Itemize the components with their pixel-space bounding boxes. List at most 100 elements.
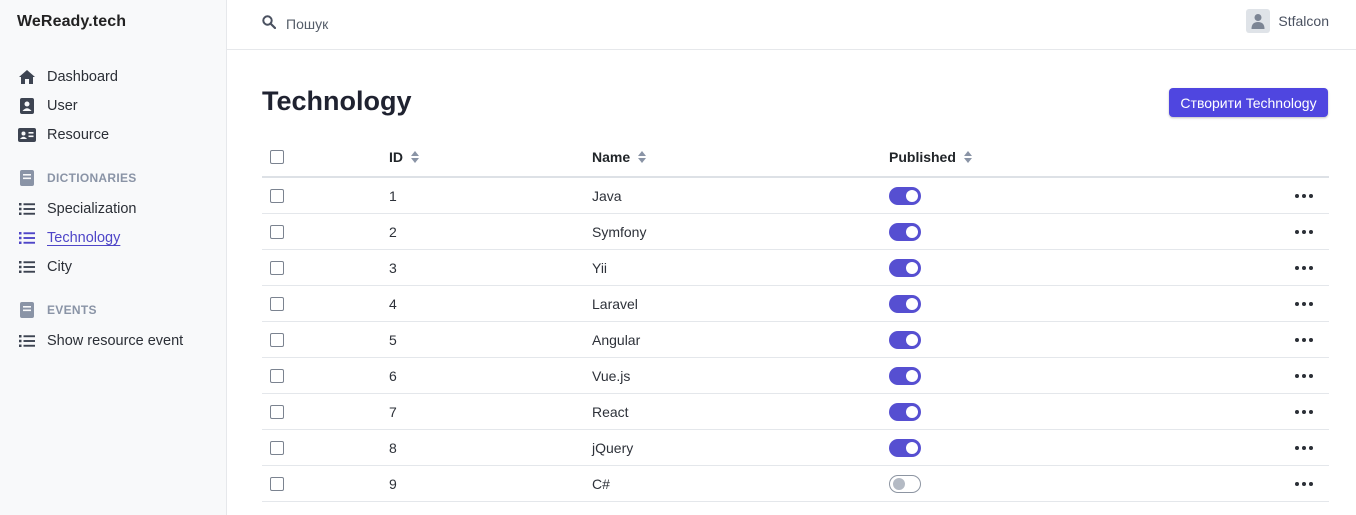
row-name: Java <box>592 187 622 204</box>
sort-icon[interactable] <box>638 151 647 163</box>
row-checkbox[interactable] <box>270 188 284 203</box>
ellipsis-icon[interactable] <box>1295 193 1313 198</box>
row-checkbox[interactable] <box>270 332 284 347</box>
row-checkbox[interactable] <box>270 440 284 455</box>
ellipsis-icon[interactable] <box>1295 481 1313 486</box>
column-header-label: ID <box>389 149 403 165</box>
table-row[interactable]: 9 C# <box>262 466 1329 502</box>
row-published-cell <box>889 286 921 321</box>
table-row[interactable]: 6 Vue.js <box>262 358 1329 394</box>
row-name: Symfony <box>592 223 647 240</box>
list-icon <box>17 200 37 218</box>
table-row[interactable]: 7 React <box>262 394 1329 430</box>
row-id: 9 <box>389 475 397 492</box>
search-icon <box>262 14 277 34</box>
row-checkbox[interactable] <box>270 260 284 275</box>
row-published-cell <box>889 430 921 465</box>
column-header-label: Published <box>889 149 956 165</box>
published-toggle[interactable] <box>889 402 921 421</box>
row-id: 4 <box>389 295 397 312</box>
sidebar-item-show-resource-event[interactable]: Show resource event <box>17 330 183 352</box>
published-toggle[interactable] <box>889 294 921 313</box>
table-row[interactable]: 4 Laravel <box>262 286 1329 322</box>
section-dictionaries: DICTIONARIES <box>17 168 137 188</box>
select-all-checkbox[interactable] <box>270 150 284 164</box>
sidebar-item-technology[interactable]: Technology <box>17 227 120 249</box>
published-toggle[interactable] <box>889 222 921 241</box>
published-toggle[interactable] <box>889 258 921 277</box>
table-row[interactable]: 1 Java <box>262 178 1329 214</box>
row-id: 2 <box>389 223 397 240</box>
published-toggle[interactable] <box>889 366 921 385</box>
table-header: ID Name Published <box>262 138 1329 178</box>
row-id: 6 <box>389 367 397 384</box>
table-row[interactable]: 8 jQuery <box>262 430 1329 466</box>
sidebar-item-city[interactable]: City <box>17 256 72 278</box>
sort-icon[interactable] <box>963 151 972 163</box>
row-name: C# <box>592 475 610 492</box>
row-id: 1 <box>389 187 397 204</box>
row-actions-cell <box>1295 394 1313 429</box>
row-checkbox-cell <box>270 466 284 501</box>
row-checkbox-cell <box>270 178 284 213</box>
published-toggle[interactable] <box>889 186 921 205</box>
sidebar-item-label: Dashboard <box>47 69 118 85</box>
table-row[interactable]: 3 Yii <box>262 250 1329 286</box>
section-label: EVENTS <box>47 303 97 317</box>
row-actions-cell <box>1295 322 1313 357</box>
row-id: 7 <box>389 403 397 420</box>
ellipsis-icon[interactable] <box>1295 373 1313 378</box>
row-name: Vue.js <box>592 367 631 384</box>
column-header-name[interactable]: Name <box>592 138 647 176</box>
table-row[interactable]: 2 Symfony <box>262 214 1329 250</box>
user-name: Stfalcon <box>1278 13 1329 29</box>
ellipsis-icon[interactable] <box>1295 265 1313 270</box>
sidebar-item-resource[interactable]: Resource <box>17 124 109 146</box>
ellipsis-icon[interactable] <box>1295 409 1313 414</box>
header-checkbox-cell <box>270 138 284 176</box>
table-row[interactable]: 5 Angular <box>262 322 1329 358</box>
row-checkbox-cell <box>270 250 284 285</box>
technology-table: ID Name Published 1 Java 2 Symfony 3 Yii… <box>262 138 1329 502</box>
brand-logo[interactable]: WeReady.tech <box>17 13 126 31</box>
published-toggle[interactable] <box>889 474 921 493</box>
row-checkbox-cell <box>270 286 284 321</box>
search-input[interactable] <box>286 16 586 32</box>
user-menu[interactable]: Stfalcon <box>1246 9 1329 33</box>
sidebar-item-user[interactable]: User <box>17 95 78 117</box>
book-icon <box>17 169 37 187</box>
create-technology-button[interactable]: Створити Technology <box>1169 88 1328 117</box>
toggle-knob <box>893 477 905 490</box>
column-header-published[interactable]: Published <box>889 138 972 176</box>
toggle-knob <box>906 441 918 454</box>
row-checkbox[interactable] <box>270 224 284 239</box>
row-actions-cell <box>1295 466 1313 501</box>
page-title: Technology <box>262 86 412 116</box>
row-checkbox[interactable] <box>270 476 284 491</box>
ellipsis-icon[interactable] <box>1295 301 1313 306</box>
column-header-id[interactable]: ID <box>389 138 419 176</box>
published-toggle[interactable] <box>889 438 921 457</box>
ellipsis-icon[interactable] <box>1295 337 1313 342</box>
section-label: DICTIONARIES <box>47 171 137 185</box>
ellipsis-icon[interactable] <box>1295 445 1313 450</box>
ellipsis-icon[interactable] <box>1295 229 1313 234</box>
list-icon <box>17 332 37 350</box>
published-toggle[interactable] <box>889 330 921 349</box>
sidebar-item-dashboard[interactable]: Dashboard <box>17 66 118 88</box>
row-checkbox[interactable] <box>270 296 284 311</box>
toggle-knob <box>906 225 918 238</box>
toggle-knob <box>906 405 918 418</box>
row-actions-cell <box>1295 358 1313 393</box>
book-icon <box>17 301 37 319</box>
row-checkbox[interactable] <box>270 404 284 419</box>
row-checkbox[interactable] <box>270 368 284 383</box>
sidebar-item-specialization[interactable]: Specialization <box>17 198 136 220</box>
user-badge-icon <box>17 97 37 115</box>
sidebar-item-label: Specialization <box>47 201 137 217</box>
row-checkbox-cell <box>270 430 284 465</box>
row-checkbox-cell <box>270 394 284 429</box>
sort-icon[interactable] <box>411 151 419 163</box>
sidebar-item-label: City <box>47 259 72 275</box>
row-published-cell <box>889 250 921 285</box>
